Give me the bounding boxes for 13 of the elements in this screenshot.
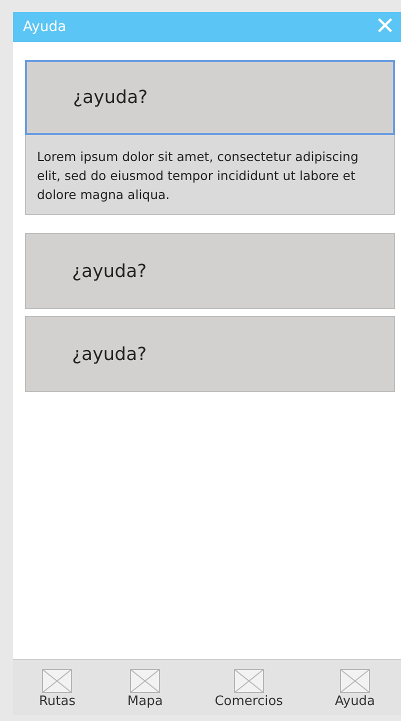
placeholder-image-icon xyxy=(234,669,264,693)
placeholder-image-icon xyxy=(42,669,72,693)
nav-tab[interactable]: Comercios xyxy=(214,669,283,709)
placeholder-image-icon xyxy=(130,669,160,693)
nav-tab[interactable]: Rutas xyxy=(38,669,76,709)
accordion-header[interactable]: ¿ayuda? xyxy=(25,316,395,392)
accordion-header[interactable]: ¿ayuda? xyxy=(25,233,395,309)
placeholder-image-icon xyxy=(340,669,370,693)
nav-tab[interactable]: Ayuda xyxy=(334,669,376,709)
accordion-header[interactable]: ¿ayuda? xyxy=(25,60,395,135)
window-title: Ayuda xyxy=(23,19,66,35)
nav-tab[interactable]: Mapa xyxy=(127,669,163,709)
accordion-answer: Lorem ipsum dolor sit amet, consectetur adipiscing elit, sed do eiusmod tempor incididunt ut labore et dolore magna aliqua. xyxy=(25,135,395,215)
